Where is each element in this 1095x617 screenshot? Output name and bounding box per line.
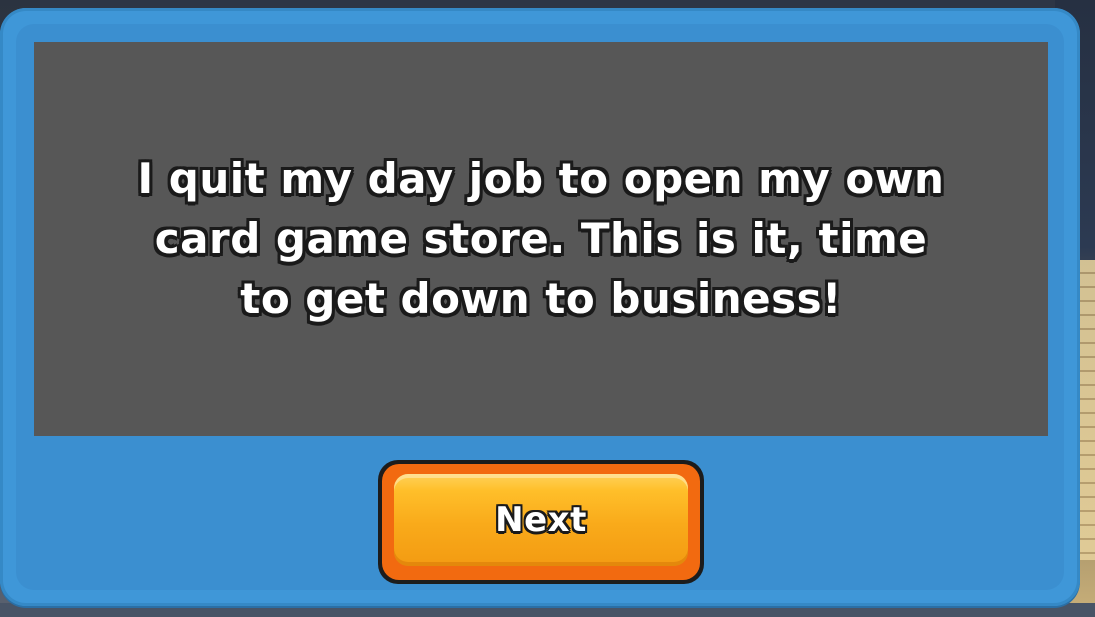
story-dialog: I quit my day job to open my own card ga…: [0, 8, 1080, 606]
message-panel: I quit my day job to open my own card ga…: [34, 42, 1048, 436]
next-button-label[interactable]: Next: [495, 500, 587, 540]
next-button[interactable]: Next: [378, 460, 704, 584]
dialog-message: I quit my day job to open my own card ga…: [137, 154, 945, 323]
next-button-rim[interactable]: Next: [382, 464, 700, 580]
next-button-face[interactable]: Next: [394, 474, 688, 566]
